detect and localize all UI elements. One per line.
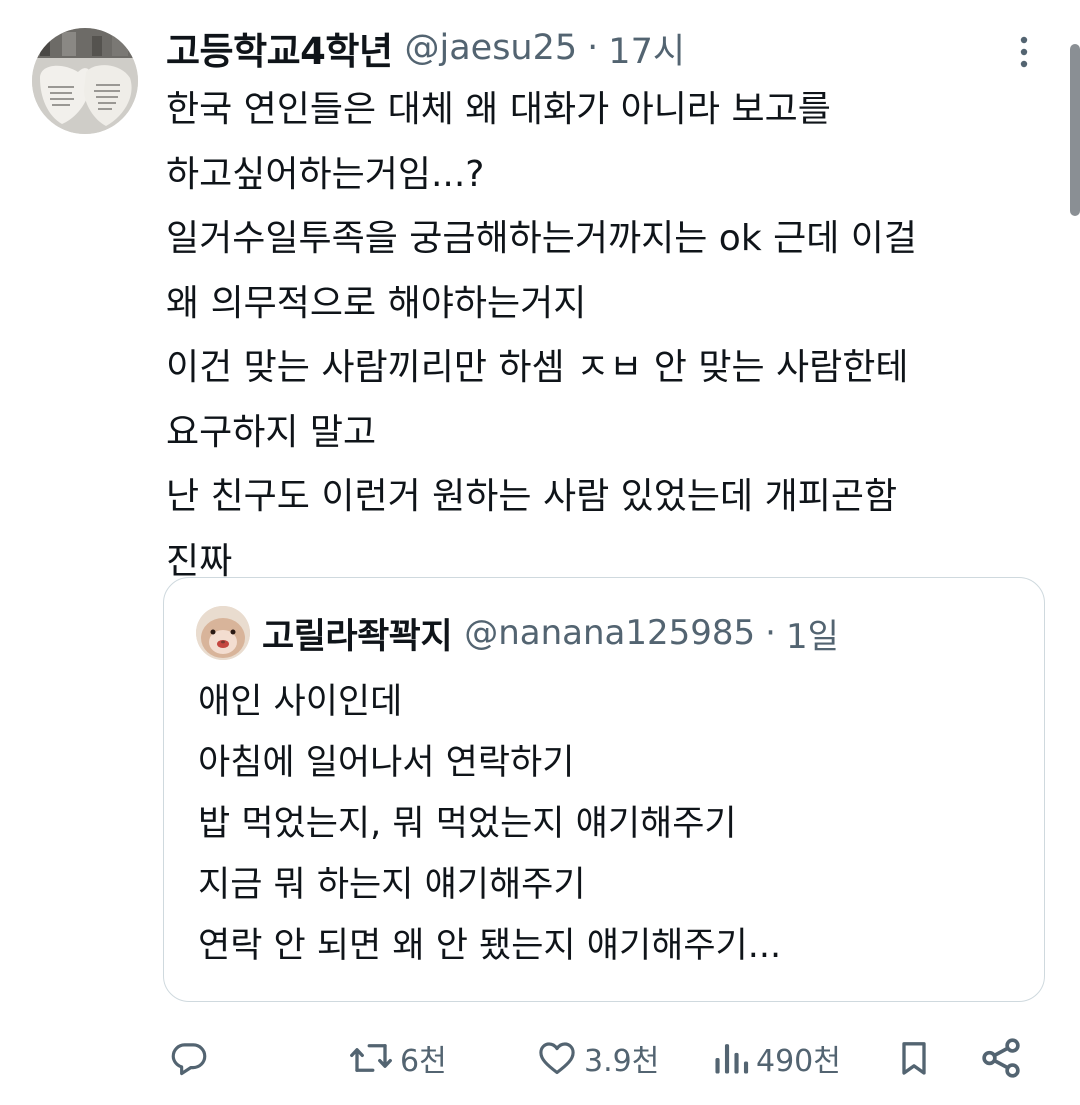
quoted-tweet-time[interactable]: 1일 bbox=[786, 609, 839, 658]
quoted-author-avatar[interactable] bbox=[196, 606, 250, 660]
author-avatar[interactable] bbox=[32, 28, 138, 134]
quoted-text-line: 밥 먹었는지, 뭐 먹었는지 얘기해주기 bbox=[198, 804, 737, 844]
action-bar: 6천 3.9천 490천 bbox=[0, 1028, 1080, 1088]
retweet-count: 6천 bbox=[400, 1044, 447, 1079]
share-button[interactable] bbox=[978, 1028, 1024, 1088]
quoted-text-line: 지금 뭐 하는지 얘기해주기 bbox=[198, 865, 586, 905]
views-button[interactable]: 490천 bbox=[712, 1028, 841, 1088]
tweet-text-line: 하고싶어하는거임...? bbox=[166, 153, 485, 195]
tweet-text-line: 요구하지 말고 bbox=[166, 411, 377, 453]
like-button[interactable]: 3.9천 bbox=[536, 1028, 659, 1088]
retweet-icon bbox=[350, 1044, 392, 1072]
views-count: 490천 bbox=[756, 1044, 841, 1079]
bookmark-icon bbox=[902, 1042, 926, 1075]
like-count: 3.9천 bbox=[584, 1044, 660, 1079]
tweet-text-line: 난 친구도 이런거 원하는 사람 있었는데 개피곤함 bbox=[166, 476, 898, 517]
tweet[interactable]: 고등학교4학년 @jaesu25 · 17시 한국 연인들은 대체 왜 대화가 … bbox=[0, 0, 1080, 1105]
header-separator: · bbox=[587, 28, 599, 68]
tweet-text-line: 한국 연인들은 대체 왜 대화가 아니라 보고를 bbox=[166, 89, 831, 130]
author-name[interactable]: 고등학교4학년 bbox=[166, 21, 393, 75]
tweet-text-line: 일거수일투족을 궁금해하는거까지는 ok 근데 이걸 bbox=[166, 218, 918, 259]
quoted-tweet-body: 애인 사이인데 아침에 일어나서 연락하기 밥 먹었는지, 뭐 먹었는지 얘기해… bbox=[198, 672, 1018, 977]
quoted-tweet[interactable]: 고릴라좍꽉지 @nanana125985 · 1일 애인 사이인데 아침에 일어… bbox=[163, 577, 1045, 1002]
quoted-author-name[interactable]: 고릴라좍꽉지 bbox=[262, 608, 453, 659]
quoted-tweet-header: 고릴라좍꽉지 @nanana125985 · 1일 bbox=[262, 608, 839, 658]
share-icon bbox=[982, 1038, 1020, 1078]
views-bar-chart-icon bbox=[715, 1044, 749, 1074]
tweet-body: 한국 연인들은 대체 왜 대화가 아니라 보고를 하고싶어하는거임...? 일거… bbox=[166, 78, 1046, 594]
tweet-text-line: 이건 맞는 사람끼리만 하셈 ㅈㅂ 안 맞는 사람한테 bbox=[166, 347, 909, 388]
quoted-author-handle[interactable]: @nanana125985 bbox=[464, 613, 755, 653]
tweet-header: 고등학교4학년 @jaesu25 · 17시 bbox=[166, 22, 685, 74]
scrollbar[interactable] bbox=[1070, 44, 1080, 216]
vertical-ellipsis-icon bbox=[1020, 36, 1028, 68]
author-handle[interactable]: @jaesu25 bbox=[404, 28, 577, 68]
reply-bubble-icon bbox=[171, 1043, 207, 1076]
quoted-text-line: 아침에 일어나서 연락하기 bbox=[198, 743, 575, 783]
quoted-text-line: 연락 안 되면 왜 안 됐는지 얘기해주기... bbox=[198, 926, 782, 966]
retweet-button[interactable]: 6천 bbox=[348, 1028, 447, 1088]
bookmark-button[interactable] bbox=[894, 1028, 934, 1088]
quoted-header-separator: · bbox=[765, 613, 776, 653]
quoted-text-line: 애인 사이인데 bbox=[198, 682, 403, 722]
tweet-time[interactable]: 17시 bbox=[608, 23, 685, 74]
reply-button[interactable] bbox=[168, 1028, 210, 1088]
tweet-text-line: 왜 의무적으로 해야하는거지 bbox=[166, 282, 587, 324]
more-options-button[interactable] bbox=[1004, 30, 1044, 74]
heart-icon bbox=[539, 1042, 575, 1075]
